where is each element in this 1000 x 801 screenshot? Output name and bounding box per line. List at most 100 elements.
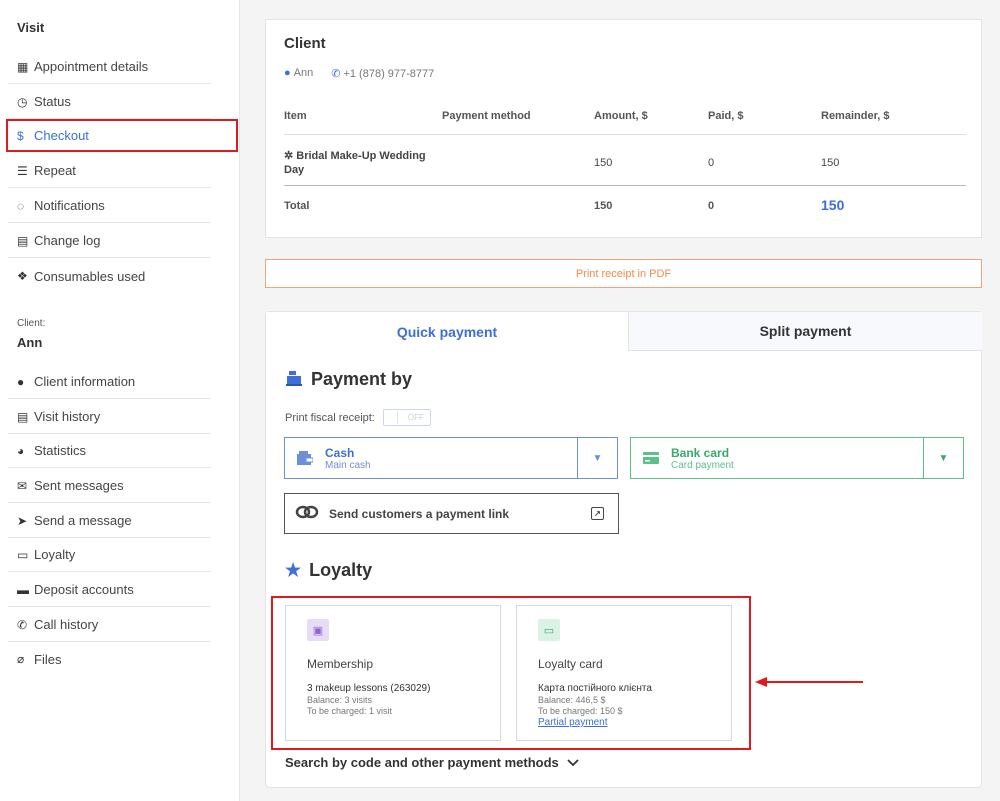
client-card-title: Client bbox=[284, 35, 326, 52]
sidebar-item-files[interactable]: ⌀ Files bbox=[8, 642, 211, 676]
sidebar-item-client-information[interactable]: ● Client information bbox=[8, 365, 211, 399]
total-remainder: 150 bbox=[821, 197, 845, 213]
star-icon: ★ bbox=[285, 560, 302, 580]
sidebar-item-checkout[interactable]: $ Checkout bbox=[6, 119, 238, 152]
external-link-icon: ↗ bbox=[591, 507, 604, 520]
sidebar-item-label: Send a message bbox=[34, 513, 132, 528]
loyalty-card-description: Карта постійного клієнта bbox=[538, 683, 652, 694]
sidebar-item-send-a-message[interactable]: ➤ Send a message bbox=[8, 504, 211, 538]
envelope-icon: ✉ bbox=[17, 478, 28, 493]
th-payment-method: Payment method bbox=[442, 110, 531, 122]
sidebar-item-deposit-accounts[interactable]: ▬ Deposit accounts bbox=[8, 573, 211, 607]
send-payment-link-button[interactable]: Send customers a payment link ↗ bbox=[284, 493, 619, 534]
loyalty-highlight-box: ▣ Membership 3 makeup lessons (263029) B… bbox=[271, 596, 751, 750]
credit-card-icon: ▭ bbox=[538, 619, 560, 641]
list-box-icon: ▤ bbox=[17, 409, 29, 424]
sidebar-item-label: Appointment details bbox=[34, 59, 149, 74]
table-cell-paid: 0 bbox=[708, 157, 715, 169]
print-receipt-button[interactable]: Print receipt in PDF bbox=[265, 259, 982, 288]
bank-card-dropdown-button[interactable]: ▼ bbox=[923, 438, 963, 478]
clock-icon: ◷ bbox=[17, 94, 28, 109]
sidebar-item-appointment-details[interactable]: ▦ Appointment details bbox=[8, 50, 211, 84]
toggle-knob bbox=[384, 411, 398, 424]
loyalty-title: ★ Loyalty bbox=[285, 560, 372, 581]
client-meta-phone[interactable]: ✆ +1 (878) 977-8777 bbox=[331, 67, 434, 80]
sidebar-item-loyalty[interactable]: ▭ Loyalty bbox=[8, 538, 211, 572]
phone-icon: ✆ bbox=[331, 68, 341, 80]
briefcase-icon: ▬ bbox=[17, 582, 29, 597]
sidebar-item-status[interactable]: ◷ Status bbox=[8, 85, 211, 119]
divider bbox=[284, 185, 966, 186]
partial-payment-link[interactable]: Partial payment bbox=[538, 717, 607, 728]
th-amount: Amount, $ bbox=[594, 110, 648, 122]
phone-icon: ✆ bbox=[17, 617, 28, 632]
tab-quick-payment[interactable]: Quick payment bbox=[266, 312, 628, 351]
dollar-icon: $ bbox=[17, 128, 24, 143]
sidebar-item-label: Files bbox=[34, 651, 62, 667]
send-payment-link-label: Send customers a payment link bbox=[329, 506, 510, 521]
total-label: Total bbox=[284, 200, 310, 212]
sidebar-item-call-history[interactable]: ✆ Call history bbox=[8, 608, 211, 642]
sidebar-item-consumables-used[interactable]: ❖ Consumables used bbox=[8, 259, 211, 293]
chevron-down-icon: ▼ bbox=[938, 452, 949, 464]
paperclip-icon: ⌀ bbox=[17, 652, 25, 666]
membership-card[interactable]: ▣ Membership 3 makeup lessons (263029) B… bbox=[285, 605, 501, 741]
credit-card-icon bbox=[631, 452, 671, 464]
search-other-methods-label: Search by code and other payment methods bbox=[285, 755, 559, 770]
gear-icon: ✲ bbox=[284, 150, 297, 162]
sidebar-item-sent-messages[interactable]: ✉ Sent messages bbox=[8, 469, 211, 503]
th-remainder: Remainder, $ bbox=[821, 110, 890, 122]
sidebar-item-change-log[interactable]: ▤ Change log bbox=[8, 224, 211, 258]
client-phone-text: +1 (878) 977-8777 bbox=[343, 68, 435, 80]
bank-card-option[interactable]: Bank card Card payment ▼ bbox=[630, 437, 964, 479]
pie-chart-icon: ◕ bbox=[17, 443, 25, 458]
bank-card-title: Bank card bbox=[671, 445, 730, 460]
table-cell-amount: 150 bbox=[594, 157, 613, 169]
cash-register-icon bbox=[285, 368, 303, 391]
membership-balance: Balance: 3 visits bbox=[307, 695, 373, 705]
client-name-text: Ann bbox=[293, 67, 314, 79]
sidebar-item-label: Status bbox=[34, 94, 71, 109]
cash-dropdown-button[interactable]: ▼ bbox=[577, 438, 617, 478]
calendar-icon: ▦ bbox=[17, 59, 29, 74]
file-icon: ▤ bbox=[17, 233, 29, 248]
sidebar-item-label: Sent messages bbox=[34, 478, 124, 493]
paper-plane-icon: ➤ bbox=[17, 513, 28, 528]
payment-by-label: Payment by bbox=[311, 369, 413, 389]
table-cell-item: ✲ Bridal Make-Up Wedding Day bbox=[284, 149, 434, 177]
client-meta-name[interactable]: ● Ann bbox=[284, 67, 313, 80]
card-icon: ▭ bbox=[17, 547, 29, 562]
loyalty-card[interactable]: ▭ Loyalty card Карта постійного клієнта … bbox=[516, 605, 732, 741]
th-paid: Paid, $ bbox=[708, 110, 744, 122]
loyalty-card-name: Loyalty card bbox=[538, 657, 603, 671]
sidebar-item-notifications[interactable]: ◌ Notifications bbox=[8, 189, 211, 223]
sidebar-item-label: Repeat bbox=[34, 163, 76, 178]
membership-description: 3 makeup lessons (263029) bbox=[307, 683, 431, 694]
cash-title: Cash bbox=[325, 445, 355, 460]
total-paid: 0 bbox=[708, 200, 715, 212]
cash-option[interactable]: Cash Main cash ▼ bbox=[284, 437, 618, 479]
fiscal-receipt-toggle[interactable]: OFF bbox=[382, 409, 431, 426]
fiscal-receipt-label: Print fiscal receipt: bbox=[285, 411, 375, 424]
visit-section-title: Visit bbox=[17, 20, 45, 35]
sidebar-item-visit-history[interactable]: ▤ Visit history bbox=[8, 400, 211, 434]
sidebar-item-label: Change log bbox=[34, 233, 101, 248]
sidebar-item-label: Visit history bbox=[34, 409, 101, 424]
client-card: Client ● Ann ✆ +1 (878) 977-8777 Item Paym… bbox=[265, 19, 982, 238]
search-other-methods-toggle[interactable]: Search by code and other payment methods bbox=[285, 755, 579, 770]
sidebar-item-label: Client information bbox=[34, 374, 136, 389]
th-item: Item bbox=[284, 110, 307, 122]
link-icon bbox=[295, 505, 319, 522]
cash-labels: Cash Main cash bbox=[325, 446, 371, 471]
sidebar-item-repeat[interactable]: ☰ Repeat bbox=[8, 154, 211, 188]
membership-icon: ▣ bbox=[307, 619, 329, 641]
wallet-icon bbox=[285, 451, 325, 465]
sidebar-item-label: Consumables used bbox=[34, 268, 146, 284]
payment-card: Quick payment Split payment Payment by P… bbox=[265, 311, 982, 788]
client-name: Ann bbox=[17, 335, 43, 350]
sidebar-item-statistics[interactable]: ◕ Statistics bbox=[8, 434, 211, 468]
chat-icon: ◌ bbox=[17, 198, 25, 213]
client-label: Client: bbox=[17, 318, 46, 329]
tab-split-payment[interactable]: Split payment bbox=[628, 312, 982, 351]
chevron-down-icon: ▼ bbox=[592, 452, 603, 464]
